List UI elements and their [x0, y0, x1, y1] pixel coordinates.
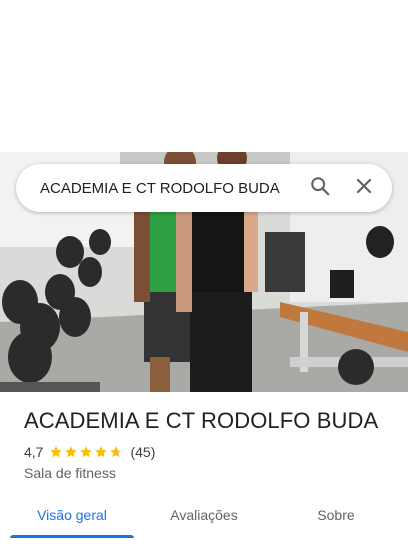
tab-bar: Visão geral Avaliações Sobre [0, 496, 408, 544]
search-input[interactable]: ACADEMIA E CT RODOLFO BUDA [16, 180, 298, 197]
tab-reviews[interactable]: Avaliações [144, 496, 264, 534]
search-icon [309, 175, 331, 202]
clear-search-button[interactable] [342, 166, 386, 210]
star-icon [80, 446, 93, 458]
rating-stars [49, 445, 124, 459]
star-icon [65, 446, 78, 458]
tab-about[interactable]: Sobre [264, 496, 408, 534]
star-icon [95, 446, 108, 458]
tab-overview[interactable]: Visão geral [0, 496, 144, 538]
place-title: ACADEMIA E CT RODOLFO BUDA [24, 408, 379, 433]
close-icon [355, 177, 373, 200]
rating-value: 4,7 [24, 444, 44, 460]
search-bar[interactable]: ACADEMIA E CT RODOLFO BUDA [16, 164, 392, 212]
star-half-icon [110, 446, 123, 458]
rating-row[interactable]: 4,7 (45) [24, 444, 155, 460]
search-button[interactable] [298, 166, 342, 210]
review-count[interactable]: (45) [130, 444, 155, 460]
place-category[interactable]: Sala de fitness [24, 465, 116, 481]
star-icon [50, 446, 63, 458]
